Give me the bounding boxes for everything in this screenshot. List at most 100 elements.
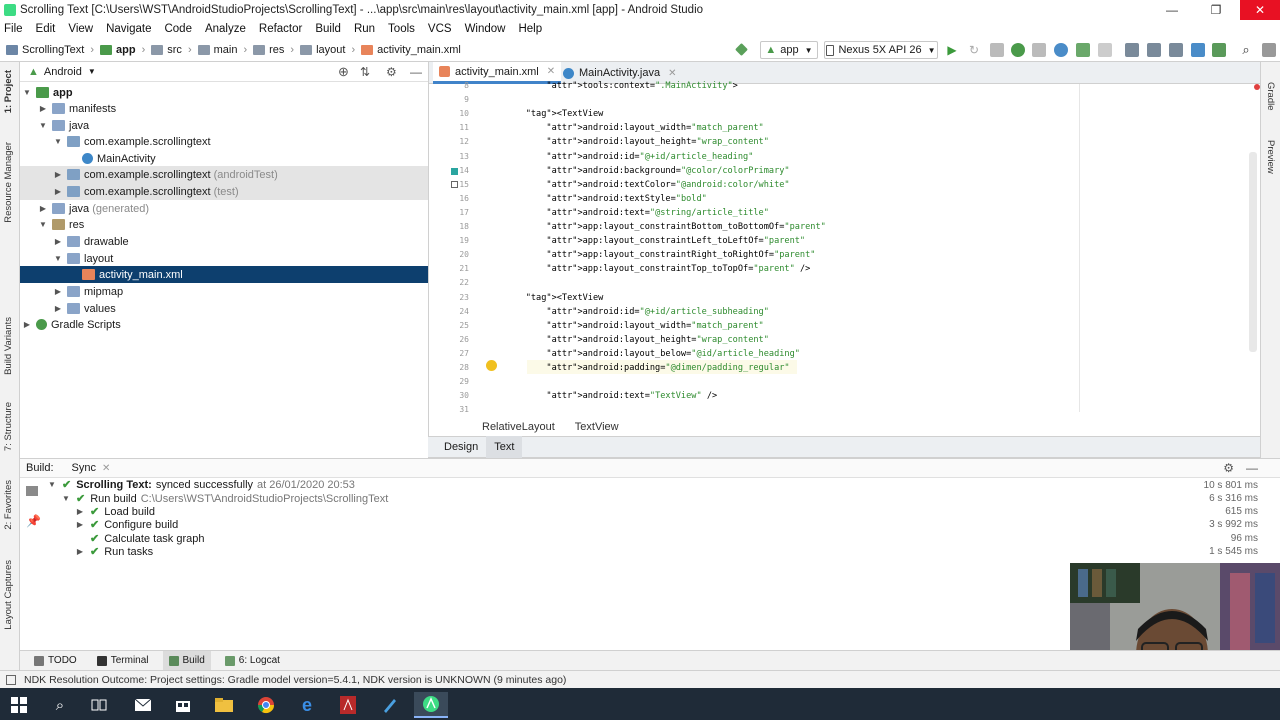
- sync-gradle-icon[interactable]: [1076, 43, 1090, 57]
- apply-changes-icon[interactable]: ↻: [966, 41, 982, 59]
- vertical-scrollbar[interactable]: [1249, 152, 1257, 352]
- code-line[interactable]: "attr">android:text="@string/article_tit…: [505, 208, 768, 218]
- file-explorer-icon[interactable]: [207, 692, 241, 718]
- crumb-relativelayout[interactable]: RelativeLayout: [482, 421, 555, 433]
- task-view-icon[interactable]: [82, 692, 116, 718]
- hide-icon[interactable]: —: [410, 65, 422, 79]
- tab-design[interactable]: Design: [436, 436, 486, 458]
- tree-item-mainactivity[interactable]: MainActivity: [20, 150, 428, 167]
- store-icon[interactable]: [166, 692, 200, 718]
- tree-item-package-androidtest[interactable]: ▶ com.example.scrollingtext (androidTest): [20, 166, 428, 183]
- menu-window[interactable]: Window: [465, 23, 506, 35]
- code-line[interactable]: "attr">android:text="TextView" />: [505, 391, 717, 401]
- tree-item-activity-main-xml[interactable]: activity_main.xml: [20, 266, 428, 283]
- debug-icon[interactable]: [1011, 43, 1025, 57]
- project-structure-icon[interactable]: [1169, 43, 1183, 57]
- maximize-button[interactable]: ❐: [1196, 0, 1236, 20]
- code-line[interactable]: "attr">tools:context=".MainActivity">: [505, 81, 737, 91]
- apply-code-icon[interactable]: [990, 43, 1004, 57]
- stop-icon[interactable]: [1098, 43, 1112, 57]
- menu-analyze[interactable]: Analyze: [205, 23, 246, 35]
- layout-captures-tool-tab[interactable]: Layout Captures: [3, 560, 14, 630]
- code-line[interactable]: "attr">app:layout_constraintLeft_toLeftO…: [505, 236, 805, 246]
- tab-todo[interactable]: TODO: [28, 651, 83, 671]
- close-icon[interactable]: ✕: [102, 463, 110, 474]
- search-icon[interactable]: ⌕: [1238, 41, 1254, 59]
- crumb-textview[interactable]: TextView: [575, 421, 619, 433]
- toggle-panels-icon[interactable]: [6, 674, 16, 685]
- windows-start-icon[interactable]: [2, 692, 36, 718]
- minimize-button[interactable]: —: [1152, 0, 1192, 20]
- code-line[interactable]: "attr">android:textStyle="bold": [505, 194, 706, 204]
- status-message[interactable]: NDK Resolution Outcome: Project settings…: [24, 674, 566, 686]
- chevron-down-icon[interactable]: ▼: [88, 67, 96, 76]
- device-dropdown[interactable]: Nexus 5X API 26 ▼: [824, 41, 938, 59]
- hide-icon[interactable]: —: [1246, 461, 1258, 475]
- build-row-load-build[interactable]: ▶ ✔ Load build: [76, 505, 155, 519]
- menu-view[interactable]: View: [68, 23, 93, 35]
- project-view-mode[interactable]: Android: [44, 66, 82, 78]
- breadcrumb-src[interactable]: src ›: [151, 44, 192, 56]
- layout-inspector-icon[interactable]: [1191, 43, 1205, 57]
- tree-item-package-test[interactable]: ▶ com.example.scrollingtext (test): [20, 183, 428, 200]
- restart-sync-icon[interactable]: [26, 486, 38, 496]
- tree-item-res[interactable]: ▼ res: [20, 216, 428, 233]
- breadcrumb-main[interactable]: main ›: [197, 44, 247, 56]
- preview-tool-tab[interactable]: Preview: [1265, 140, 1276, 174]
- build-row-configure-build[interactable]: ▶ ✔ Configure build: [76, 518, 178, 532]
- tab-terminal[interactable]: Terminal: [91, 651, 155, 671]
- gear-icon[interactable]: ⚙: [386, 65, 397, 79]
- tree-item-java[interactable]: ▼ java: [20, 117, 428, 134]
- avd-manager-icon[interactable]: [1147, 43, 1161, 57]
- tab-build[interactable]: Build: [162, 650, 211, 671]
- color-swatch-icon[interactable]: [451, 168, 458, 175]
- profile-icon[interactable]: [1032, 43, 1046, 57]
- code-line[interactable]: "attr">android:id="@+id/article_subheadi…: [505, 307, 769, 317]
- code-line[interactable]: "attr">app:layout_constraintRight_toRigh…: [505, 250, 815, 260]
- menu-vcs[interactable]: VCS: [428, 23, 452, 35]
- menu-build[interactable]: Build: [315, 23, 341, 35]
- menu-tools[interactable]: Tools: [388, 23, 415, 35]
- tab-sync[interactable]: Sync: [72, 462, 96, 474]
- tree-item-layout[interactable]: ▼ layout: [20, 250, 428, 267]
- breadcrumb-app[interactable]: app ›: [100, 44, 145, 56]
- locate-icon[interactable]: ⊕: [338, 64, 349, 80]
- run-config-dropdown[interactable]: ▲ app ▼: [760, 41, 818, 59]
- tree-item-gradle-scripts[interactable]: ▶ Gradle Scripts: [20, 316, 428, 333]
- project-tool-tab[interactable]: 1: Project: [3, 70, 14, 113]
- menu-edit[interactable]: Edit: [36, 23, 56, 35]
- attach-debugger-icon[interactable]: [1054, 43, 1068, 57]
- build-row-calculate-task-graph[interactable]: ✔ Calculate task graph: [76, 532, 205, 546]
- chrome-icon[interactable]: [249, 692, 283, 718]
- code-line[interactable]: "attr">app:layout_constraintBottom_toBot…: [505, 222, 825, 232]
- menu-file[interactable]: File: [4, 23, 23, 35]
- code-line[interactable]: "attr">android:layout_height="wrap_conte…: [505, 335, 768, 345]
- lightbulb-icon[interactable]: [486, 360, 497, 371]
- mail-icon[interactable]: [126, 692, 160, 718]
- build-row-synced[interactable]: ▼ ✔ Scrolling Text: synced successfully at 2…: [48, 478, 355, 492]
- search-icon[interactable]: ⌕: [43, 692, 77, 718]
- code-line[interactable]: "attr">android:layout_width="match_paren…: [505, 123, 763, 133]
- tree-item-java-generated[interactable]: ▶ java (generated): [20, 200, 428, 217]
- tree-item-drawable[interactable]: ▶ drawable: [20, 233, 428, 250]
- close-button[interactable]: ✕: [1240, 0, 1280, 20]
- breadcrumb-file[interactable]: activity_main.xml: [361, 44, 461, 56]
- gear-icon[interactable]: ⚙: [1223, 461, 1234, 475]
- tree-item-app[interactable]: ▼ app: [20, 84, 428, 101]
- android-sdk-icon[interactable]: [1212, 43, 1226, 57]
- tree-item-manifests[interactable]: ▶ manifests: [20, 100, 428, 117]
- adobe-icon[interactable]: [331, 692, 365, 718]
- sdk-manager-icon[interactable]: [1125, 43, 1139, 57]
- code-line[interactable]: "attr">app:layout_constraintTop_toTopOf=…: [505, 264, 810, 274]
- build-row-run-tasks[interactable]: ▶ ✔ Run tasks: [76, 545, 153, 559]
- code-line[interactable]: "attr">android:background="@color/colorP…: [505, 166, 789, 176]
- menu-refactor[interactable]: Refactor: [259, 23, 302, 35]
- breadcrumb-res[interactable]: res ›: [253, 44, 294, 56]
- menu-code[interactable]: Code: [164, 23, 192, 35]
- breadcrumb-layout[interactable]: layout ›: [300, 44, 355, 56]
- notepad-icon[interactable]: [372, 692, 406, 718]
- run-icon[interactable]: ▶: [944, 41, 960, 59]
- code-line[interactable]: "attr">android:textColor="@android:color…: [505, 180, 789, 190]
- pin-icon[interactable]: 📌: [26, 514, 41, 528]
- menu-help[interactable]: Help: [518, 23, 542, 35]
